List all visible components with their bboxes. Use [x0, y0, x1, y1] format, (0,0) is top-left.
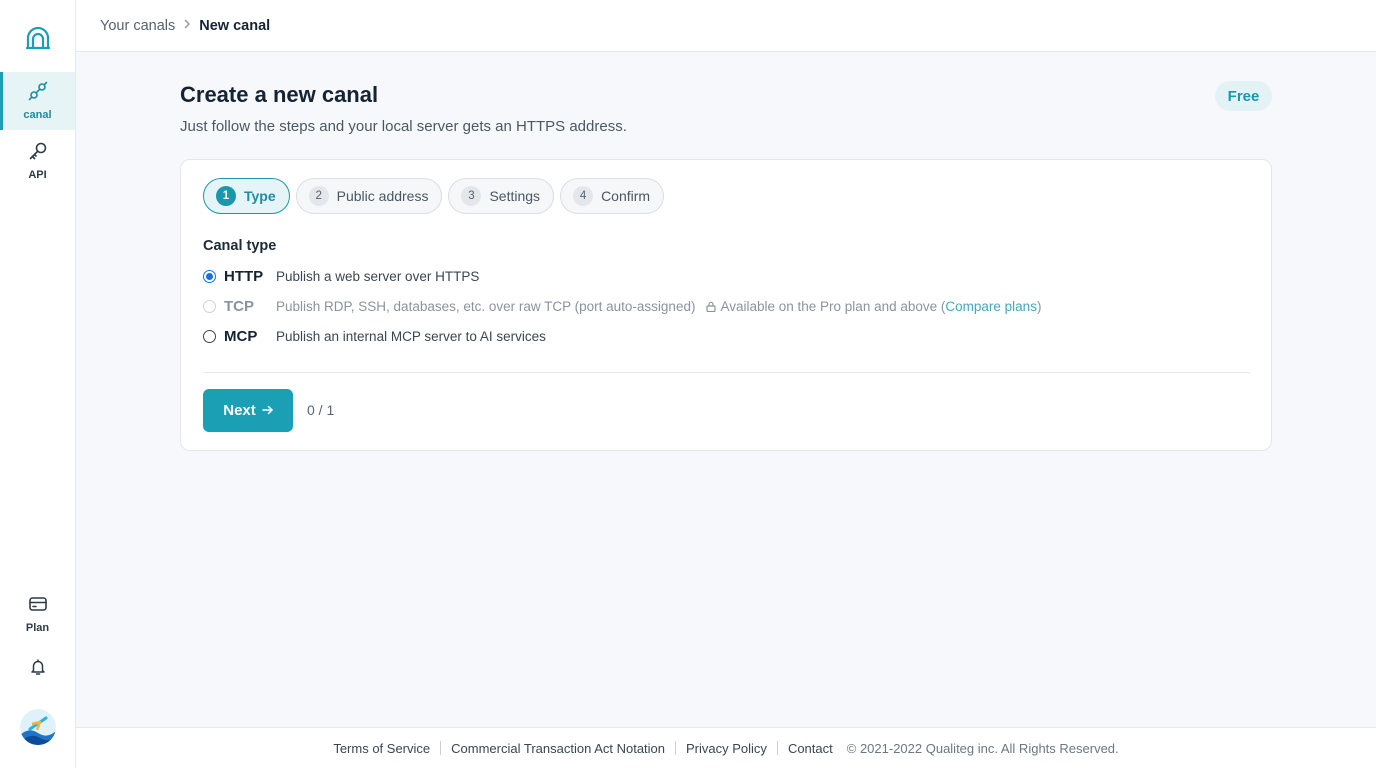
- step-progress: 0 / 1: [307, 402, 335, 418]
- plan-badge: Free: [1215, 81, 1272, 111]
- terms-link[interactable]: Terms of Service: [333, 741, 430, 756]
- breadcrumb: Your canals New canal: [76, 0, 1376, 52]
- next-button[interactable]: Next: [203, 389, 293, 432]
- breadcrumb-current: New canal: [199, 17, 271, 34]
- sidebar-item-api[interactable]: API: [0, 132, 75, 190]
- availability-note: Available on the Pro plan and above (: [720, 299, 946, 314]
- divider: [203, 372, 1250, 373]
- canal-type-label: Canal type: [203, 238, 277, 254]
- breadcrumb-your-canals-link[interactable]: Your canals: [100, 18, 175, 34]
- page-title: Create a new canal: [180, 82, 379, 107]
- option-name: HTTP: [224, 268, 264, 285]
- bell-icon[interactable]: [26, 655, 50, 679]
- option-description: Publish an internal MCP server to AI ser…: [276, 329, 546, 344]
- copyright: © 2021-2022 Qualiteg inc. All Rights Res…: [846, 740, 1119, 756]
- page-subtitle: Just follow the steps and your local ser…: [180, 118, 627, 135]
- footer-separator: [440, 741, 442, 755]
- footer-separator: [776, 741, 778, 755]
- commercial-transaction-link[interactable]: Commercial Transaction Act Notation: [451, 741, 665, 756]
- step-number: 4: [573, 186, 594, 206]
- step-type[interactable]: 1 Type: [203, 178, 290, 214]
- step-label: Public address: [336, 188, 429, 204]
- card-icon: [28, 594, 48, 619]
- step-number: 3: [461, 186, 482, 206]
- chevron-right-icon: [183, 18, 191, 33]
- avatar[interactable]: [20, 709, 56, 745]
- link-icon: [28, 81, 48, 106]
- compare-plans-link[interactable]: Compare plans: [945, 299, 1037, 314]
- tunnel-logo-icon[interactable]: [24, 24, 52, 52]
- footer-separator: [675, 741, 677, 755]
- step-public-address[interactable]: 2 Public address: [295, 178, 443, 214]
- option-mcp[interactable]: MCP Publish an internal MCP server to AI…: [203, 328, 546, 345]
- sidebar: canal API Plan: [0, 0, 76, 768]
- sidebar-item-plan[interactable]: Plan: [0, 585, 75, 643]
- next-button-label: Next: [223, 402, 256, 419]
- step-number: 2: [308, 186, 329, 206]
- step-label: Confirm: [601, 188, 651, 204]
- key-icon: [28, 141, 48, 166]
- contact-link[interactable]: Contact: [788, 741, 833, 756]
- step-number: 1: [216, 186, 236, 206]
- footer: Terms of Service Commercial Transaction …: [76, 727, 1376, 768]
- tcp-radio: [203, 300, 216, 313]
- mcp-radio[interactable]: [203, 330, 216, 343]
- arrow-right-icon: [262, 402, 273, 419]
- sidebar-item-label: API: [28, 169, 47, 181]
- step-label: Type: [244, 188, 276, 204]
- stepper: 1 Type 2 Public address 3 Settings 4 Con…: [203, 178, 665, 214]
- create-canal-card: 1 Type 2 Public address 3 Settings 4 Con…: [180, 159, 1272, 451]
- http-radio[interactable]: [203, 270, 216, 283]
- step-confirm[interactable]: 4 Confirm: [560, 178, 665, 214]
- sidebar-item-label: Plan: [25, 622, 50, 634]
- option-description: Publish RDP, SSH, databases, etc. over r…: [276, 299, 696, 314]
- option-name: MCP: [224, 328, 258, 345]
- step-label: Settings: [489, 188, 541, 204]
- sidebar-item-canal[interactable]: canal: [0, 72, 75, 130]
- option-http[interactable]: HTTP Publish a web server over HTTPS: [203, 268, 479, 285]
- option-description: Publish a web server over HTTPS: [276, 269, 480, 284]
- step-settings[interactable]: 3 Settings: [448, 178, 555, 214]
- lock-icon: [706, 301, 717, 312]
- option-name: TCP: [224, 298, 254, 315]
- sidebar-item-label: canal: [23, 109, 52, 121]
- privacy-policy-link[interactable]: Privacy Policy: [686, 741, 767, 756]
- option-tcp: TCP Publish RDP, SSH, databases, etc. ov…: [203, 298, 1041, 315]
- availability-note-end: ): [1036, 299, 1042, 314]
